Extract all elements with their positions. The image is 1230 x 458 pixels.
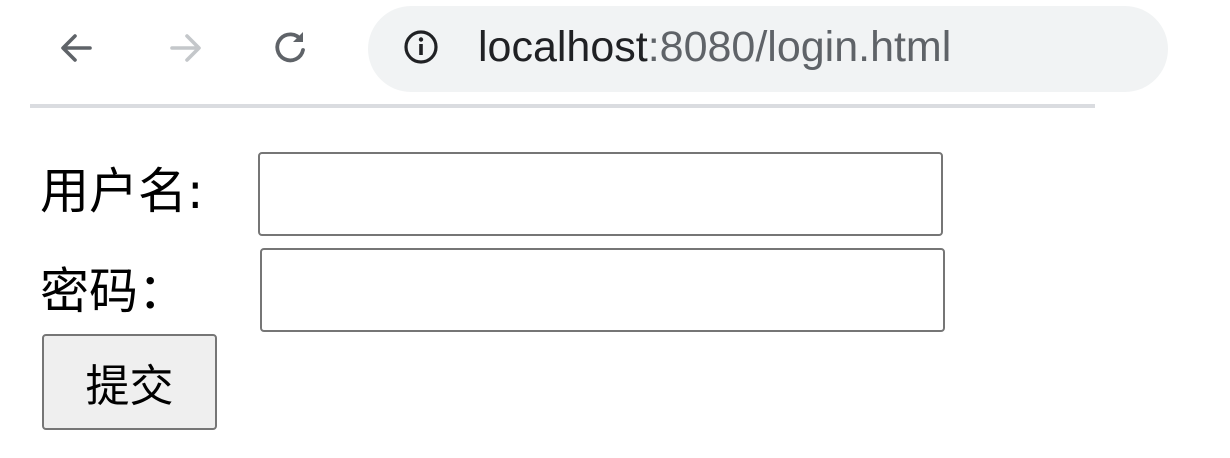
arrow-right-icon — [170, 34, 201, 62]
submit-button[interactable]: 提交 — [42, 334, 217, 430]
url-host: localhost — [478, 23, 648, 71]
reload-button[interactable] — [262, 20, 318, 76]
url-path: :8080/login.html — [647, 23, 952, 71]
url-text[interactable]: localhost:8080/login.html — [478, 18, 951, 76]
info-circle-icon[interactable] — [402, 28, 440, 66]
toolbar-divider — [30, 104, 1095, 108]
password-input[interactable] — [260, 248, 945, 332]
arrow-left-icon — [61, 34, 92, 62]
username-input[interactable] — [258, 152, 943, 236]
password-label: 密码： — [40, 263, 188, 320]
forward-button[interactable] — [158, 20, 214, 76]
username-label: 用户名: — [40, 163, 204, 220]
reload-icon — [275, 32, 305, 63]
browser-toolbar: localhost:8080/login.html — [0, 0, 1168, 104]
back-button[interactable] — [48, 20, 104, 76]
